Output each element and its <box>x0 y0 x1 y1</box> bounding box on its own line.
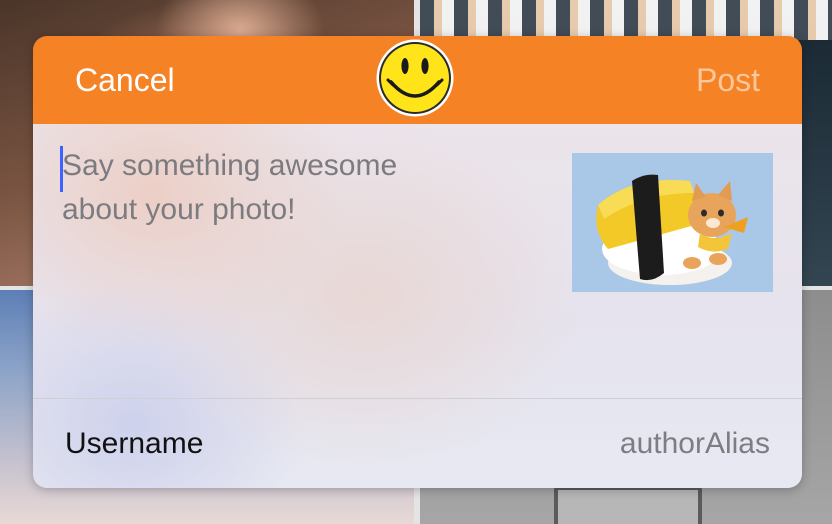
photo-thumbnail <box>572 153 773 292</box>
cancel-button[interactable]: Cancel <box>75 58 175 102</box>
compose-nav-bar: Cancel Post <box>33 36 802 124</box>
username-label: Username <box>65 427 204 460</box>
username-value[interactable]: authorAlias <box>620 424 770 464</box>
background-person <box>798 40 832 290</box>
background-crowd <box>420 0 832 40</box>
caption-input[interactable]: Say something awesome about your photo! <box>62 144 492 232</box>
post-button[interactable]: Post <box>696 58 760 102</box>
compose-sheet: Cancel Post Say something awesome about … <box>33 36 802 488</box>
separator <box>33 398 802 399</box>
app-screen: Cancel Post Say something awesome about … <box>0 0 832 524</box>
image-placeholder-icon <box>554 486 702 524</box>
smiley-face-icon <box>376 39 454 117</box>
compose-body: Say something awesome about your photo! <box>33 124 802 488</box>
